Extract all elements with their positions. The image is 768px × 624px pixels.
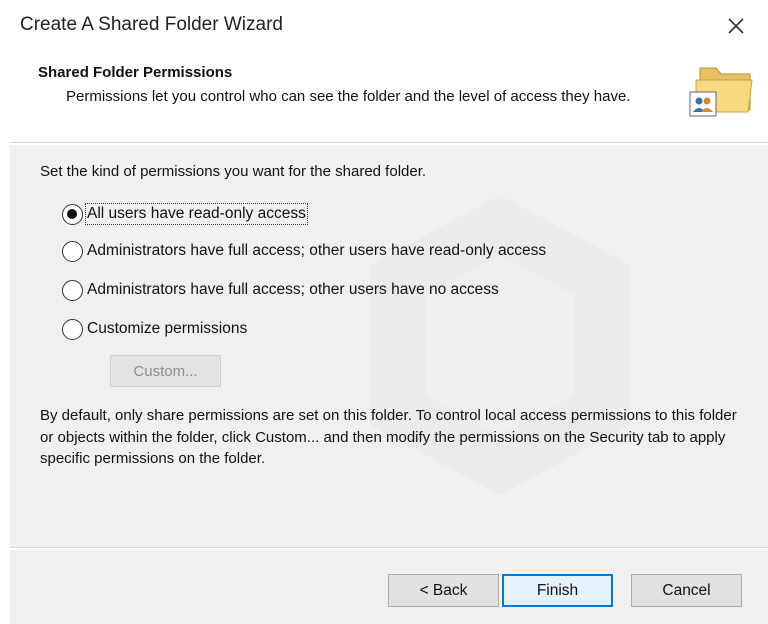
radio-read-only[interactable]: All users have read-only access — [62, 202, 308, 226]
radio-button[interactable] — [62, 318, 83, 340]
header-divider — [10, 142, 768, 144]
shared-folder-icon — [689, 67, 753, 117]
permissions-prompt: Set the kind of permissions you want for… — [40, 163, 427, 180]
radio-admin-full-others-read[interactable]: Administrators have full access; other u… — [62, 239, 546, 263]
close-button[interactable] — [722, 12, 750, 40]
radio-button[interactable] — [62, 240, 83, 262]
custom-button[interactable]: Custom... — [110, 355, 221, 387]
close-icon — [728, 18, 744, 34]
header-subtitle: Permissions let you control who can see … — [66, 88, 631, 105]
radio-label: Administrators have full access; other u… — [87, 281, 499, 298]
cancel-button[interactable]: Cancel — [631, 574, 742, 607]
window-title: Create A Shared Folder Wizard — [20, 14, 283, 35]
radio-label: Administrators have full access; other u… — [87, 242, 547, 259]
wizard-content: Set the kind of permissions you want for… — [10, 145, 768, 547]
info-text: By default, only share permissions are s… — [40, 407, 737, 467]
wizard-footer: < Back Finish Cancel — [10, 550, 768, 624]
footer-divider — [10, 547, 768, 549]
radio-button-checked[interactable] — [62, 203, 83, 225]
radio-label: All users have read-only access — [85, 203, 308, 225]
radio-admin-full-others-none[interactable]: Administrators have full access; other u… — [62, 278, 499, 302]
back-button[interactable]: < Back — [388, 574, 499, 607]
finish-button[interactable]: Finish — [502, 574, 613, 607]
radio-button[interactable] — [62, 279, 83, 301]
wizard-header: Shared Folder Permissions Permissions le… — [0, 52, 768, 142]
radio-label: Customize permissions — [87, 320, 248, 337]
header-title: Shared Folder Permissions — [38, 64, 233, 81]
radio-customize[interactable]: Customize permissions — [62, 317, 247, 341]
title-bar: Create A Shared Folder Wizard — [0, 0, 768, 52]
